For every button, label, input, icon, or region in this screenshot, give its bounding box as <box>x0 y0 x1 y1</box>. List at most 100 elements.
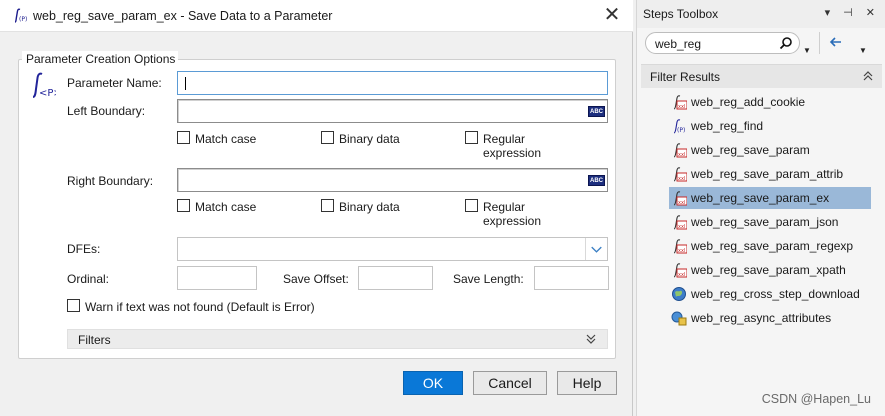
right-binary-data-checkbox[interactable] <box>321 199 334 212</box>
close-button[interactable]: ✕ <box>599 3 625 29</box>
parameter-function-icon: (P) <box>14 8 27 23</box>
globe-icon <box>671 286 687 302</box>
text-caret <box>185 77 186 90</box>
right-regular-expression-label-2: expression <box>483 214 542 228</box>
left-boundary-input[interactable]: ABC <box>177 99 608 123</box>
svg-text:xxl: xxl <box>678 200 685 206</box>
toolbox-step-label: web_reg_find <box>691 119 764 133</box>
toolbox-step-item[interactable]: xxl web_reg_add_cookie <box>669 91 871 113</box>
toolbox-window-controls[interactable]: ▾ ⊣ ✕ <box>825 6 880 19</box>
svg-text:xxl: xxl <box>678 104 685 110</box>
toolbox-step-item[interactable]: xxl web_reg_save_param_regexp <box>669 235 871 257</box>
back-arrow-icon[interactable] <box>829 35 843 49</box>
save-offset-label: Save Offset: <box>283 272 349 286</box>
toolbox-search-value: web_reg <box>655 37 702 51</box>
parameter-logo-icon: <P> <box>32 72 56 99</box>
ok-button[interactable]: OK <box>403 371 463 395</box>
ordinal-label: Ordinal: <box>67 272 110 286</box>
right-regular-expression-checkbox[interactable] <box>465 199 478 212</box>
svg-text:xxl: xxl <box>678 272 685 278</box>
ordinal-input[interactable] <box>177 266 257 290</box>
cancel-button[interactable]: Cancel <box>473 371 547 395</box>
dialog-title: web_reg_save_param_ex - Save Data to a P… <box>33 9 333 23</box>
svg-text:xxl: xxl <box>678 176 685 182</box>
save-length-input[interactable] <box>534 266 609 290</box>
save-param-icon: xxl <box>671 166 688 182</box>
svg-text:(P): (P) <box>677 127 685 134</box>
right-match-case-checkbox[interactable] <box>177 199 190 212</box>
right-boundary-abc-button[interactable]: ABC <box>588 175 605 186</box>
save-param-icon: xxl <box>671 262 688 278</box>
toolbox-step-item[interactable]: xxl web_reg_save_param_json <box>669 211 871 233</box>
left-match-case-label: Match case <box>195 132 257 146</box>
left-match-case-checkbox[interactable] <box>177 131 190 144</box>
toolbox-step-item[interactable]: (P) web_reg_find <box>669 115 871 137</box>
dfes-label: DFEs: <box>67 242 101 256</box>
help-button[interactable]: Help <box>557 371 617 395</box>
left-regular-expression-label-1: Regular <box>483 132 526 146</box>
left-binary-data-label: Binary data <box>339 132 400 146</box>
toolbox-step-item[interactable]: xxl web_reg_save_param <box>669 139 871 161</box>
save-param-icon: xxl <box>671 238 688 254</box>
chevron-down-icon[interactable] <box>585 238 607 260</box>
left-regular-expression-label-2: expression <box>483 146 542 160</box>
toolbox-step-item[interactable]: xxl web_reg_save_param_xpath <box>669 259 871 281</box>
toolbox-step-label: web_reg_save_param_attrib <box>691 167 844 181</box>
left-binary-data-checkbox[interactable] <box>321 131 334 144</box>
dialog-titlebar: (P) web_reg_save_param_ex - Save Data to… <box>0 0 633 32</box>
toolbox-step-label: web_reg_async_attributes <box>691 311 832 325</box>
toolbox-header: Steps Toolbox ▾ ⊣ ✕ <box>637 0 885 28</box>
parameter-name-label: Parameter Name: <box>67 76 162 90</box>
find-param-icon: (P) <box>671 118 687 134</box>
back-dropdown-icon[interactable]: ▼ <box>859 46 867 55</box>
left-boundary-abc-button[interactable]: ABC <box>588 106 605 117</box>
dfes-dropdown[interactable] <box>177 237 608 261</box>
toolbox-title: Steps Toolbox <box>643 7 719 21</box>
save-offset-input[interactable] <box>358 266 433 290</box>
watermark: CSDN @Hapen_Lu <box>761 392 871 406</box>
right-boundary-label: Right Boundary: <box>67 174 154 188</box>
svg-text:xxl: xxl <box>678 224 685 230</box>
toolbox-step-item[interactable]: web_reg_async_attributes <box>669 307 871 329</box>
filter-results-header[interactable]: Filter Results <box>641 64 882 88</box>
right-regular-expression-label-1: Regular <box>483 200 526 214</box>
svg-text:<P>: <P> <box>39 88 56 99</box>
toolbox-step-label: web_reg_save_param_ex <box>691 191 830 205</box>
save-param-icon: xxl <box>671 142 688 158</box>
double-chevron-down-icon[interactable] <box>585 333 597 345</box>
filters-expander[interactable]: Filters <box>67 329 608 349</box>
double-chevron-up-icon[interactable] <box>862 70 874 82</box>
parameter-name-input[interactable] <box>177 71 608 95</box>
left-boundary-label: Left Boundary: <box>67 104 146 118</box>
steps-toolbox-panel: Steps Toolbox ▾ ⊣ ✕ web_reg ▼ ▼ Filter R… <box>636 0 885 416</box>
right-binary-data-label: Binary data <box>339 200 400 214</box>
toolbox-step-label: web_reg_cross_step_download <box>691 287 860 301</box>
svg-text:xxl: xxl <box>678 152 685 158</box>
toolbox-step-label: web_reg_save_param_regexp <box>691 239 854 253</box>
search-icon[interactable] <box>779 36 793 50</box>
warn-if-not-found-checkbox[interactable] <box>67 299 80 312</box>
filters-label: Filters <box>78 333 111 347</box>
save-param-icon: xxl <box>671 94 688 110</box>
async-icon <box>671 310 687 326</box>
save-param-icon: xxl <box>671 214 688 230</box>
save-param-dialog: (P) web_reg_save_param_ex - Save Data to… <box>0 0 633 416</box>
toolbox-step-item[interactable]: web_reg_cross_step_download <box>669 283 871 305</box>
left-regular-expression-checkbox[interactable] <box>465 131 478 144</box>
right-boundary-input[interactable]: ABC <box>177 168 608 192</box>
save-length-label: Save Length: <box>453 272 524 286</box>
search-dropdown-icon[interactable]: ▼ <box>803 46 811 55</box>
toolbox-step-item[interactable]: xxl web_reg_save_param_ex <box>669 187 871 209</box>
warn-if-not-found-label: Warn if text was not found (Default is E… <box>85 300 315 314</box>
toolbox-search-input[interactable]: web_reg <box>645 32 800 54</box>
svg-text:xxl: xxl <box>678 248 685 254</box>
toolbox-step-label: web_reg_save_param_json <box>691 215 839 229</box>
toolbox-step-label: web_reg_save_param_xpath <box>691 263 846 277</box>
right-match-case-label: Match case <box>195 200 257 214</box>
svg-text:(P): (P) <box>19 16 27 23</box>
group-title: Parameter Creation Options <box>26 52 176 66</box>
toolbox-step-item[interactable]: xxl web_reg_save_param_attrib <box>669 163 871 185</box>
filter-results-label: Filter Results <box>650 70 721 84</box>
save-param-icon: xxl <box>671 190 688 206</box>
toolbox-step-label: web_reg_save_param <box>691 143 810 157</box>
